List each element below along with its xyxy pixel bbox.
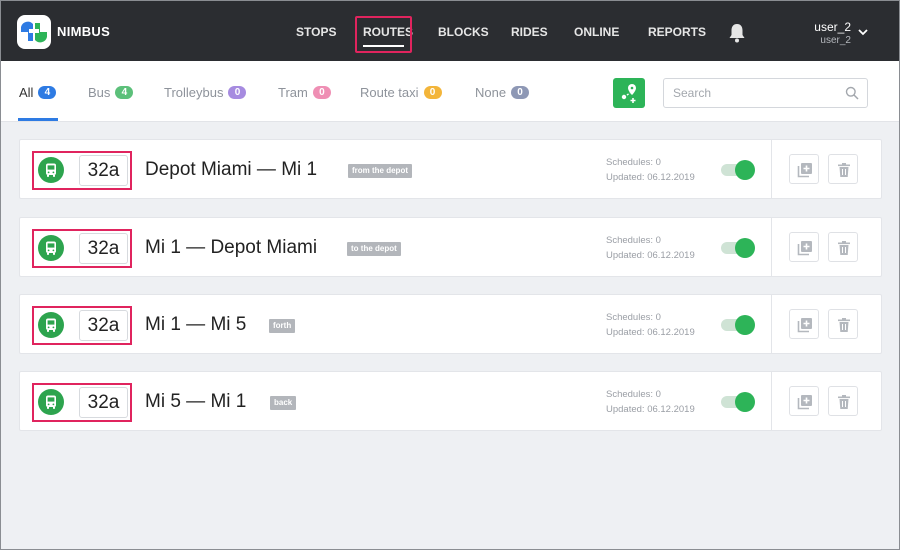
filter-tab-trolleybus[interactable]: Trolleybus 0 <box>164 85 247 100</box>
filter-tab-all[interactable]: All 4 <box>19 85 57 100</box>
filter-tab-label: All <box>19 85 34 100</box>
card-divider <box>771 140 772 198</box>
delete-route-button[interactable] <box>828 309 858 339</box>
route-number: 32a <box>79 387 128 418</box>
direction-tag: to the depot <box>347 242 401 256</box>
filter-tab-label: Tram <box>278 85 308 100</box>
schedules-count: Schedules: 0 <box>606 157 661 168</box>
filter-tab-none[interactable]: None 0 <box>475 85 530 100</box>
card-divider <box>771 372 772 430</box>
user-name[interactable]: user_2 <box>814 20 851 34</box>
nav-routes-highlight <box>355 16 412 53</box>
top-navigation-bar: NIMBUS STOPS ROUTES BLOCKS RIDES ONLINE … <box>1 1 899 61</box>
route-card[interactable]: 32a Mi 1 — Depot Miami to the depot Sche… <box>19 217 882 277</box>
copy-route-button[interactable] <box>789 232 819 262</box>
route-type-filter-bar: All 4 Bus 4 Trolleybus 0 Tram 0 Route ta… <box>1 61 899 122</box>
bus-icon <box>38 389 64 415</box>
filter-count-badge: 0 <box>228 86 247 99</box>
nimbus-logo-icon[interactable] <box>17 15 51 49</box>
updated-date: Updated: 06.12.2019 <box>606 172 695 183</box>
filter-tab-label: Trolleybus <box>164 85 224 100</box>
search-box <box>663 78 868 108</box>
delete-route-button[interactable] <box>828 232 858 262</box>
nav-blocks[interactable]: BLOCKS <box>438 25 489 39</box>
delete-route-button[interactable] <box>828 154 858 184</box>
nav-reports[interactable]: REPORTS <box>648 25 706 39</box>
copy-route-button[interactable] <box>789 386 819 416</box>
direction-tag: forth <box>269 319 296 333</box>
bus-icon <box>38 312 64 338</box>
updated-date: Updated: 06.12.2019 <box>606 404 695 415</box>
copy-route-button[interactable] <box>789 154 819 184</box>
trash-icon <box>838 163 850 177</box>
card-divider <box>771 295 772 353</box>
updated-date: Updated: 06.12.2019 <box>606 250 695 261</box>
active-tab-underline <box>18 118 58 121</box>
add-route-button[interactable] <box>613 78 645 108</box>
route-card[interactable]: 32a Depot Miami — Mi 1 from the depot Sc… <box>19 139 882 199</box>
route-number: 32a <box>79 155 128 186</box>
copy-add-icon <box>797 163 812 178</box>
schedules-count: Schedules: 0 <box>606 312 661 323</box>
card-divider <box>771 218 772 276</box>
filter-count-badge: 0 <box>423 86 442 99</box>
route-name[interactable]: Depot Miami — Mi 1 <box>145 159 317 181</box>
route-enabled-toggle[interactable] <box>721 315 755 335</box>
route-card[interactable]: 32a Mi 5 — Mi 1 back Schedules: 0 Update… <box>19 371 882 431</box>
nav-active-underline <box>363 45 404 47</box>
nav-stops[interactable]: STOPS <box>296 25 336 39</box>
route-number: 32a <box>79 310 128 341</box>
route-enabled-toggle[interactable] <box>721 160 755 180</box>
route-name[interactable]: Mi 1 — Mi 5 <box>145 314 246 336</box>
filter-tab-bus[interactable]: Bus 4 <box>88 85 134 100</box>
route-map-icon <box>621 84 636 103</box>
direction-tag: back <box>270 396 297 410</box>
updated-date: Updated: 06.12.2019 <box>606 327 695 338</box>
filter-tab-label: None <box>475 85 507 100</box>
copy-route-button[interactable] <box>789 309 819 339</box>
filter-count-badge: 0 <box>312 86 331 99</box>
filter-tab-route-taxi[interactable]: Route taxi 0 <box>360 85 442 100</box>
trash-icon <box>838 318 850 332</box>
route-number: 32a <box>79 233 128 264</box>
chevron-down-icon[interactable] <box>858 28 868 36</box>
copy-add-icon <box>797 395 812 410</box>
filter-count-badge: 4 <box>115 86 134 99</box>
route-name[interactable]: Mi 1 — Depot Miami <box>145 237 317 259</box>
delete-route-button[interactable] <box>828 386 858 416</box>
brand-name: NIMBUS <box>57 24 111 39</box>
search-input[interactable] <box>664 79 839 107</box>
copy-add-icon <box>797 241 812 256</box>
route-enabled-toggle[interactable] <box>721 392 755 412</box>
user-login: user_2 <box>820 35 851 46</box>
search-icon[interactable] <box>845 86 859 100</box>
filter-tab-label: Route taxi <box>360 85 419 100</box>
bus-icon <box>38 157 64 183</box>
route-enabled-toggle[interactable] <box>721 238 755 258</box>
filter-count-badge: 4 <box>38 86 57 99</box>
direction-tag: from the depot <box>348 164 412 178</box>
copy-add-icon <box>797 318 812 333</box>
trash-icon <box>838 395 850 409</box>
route-name[interactable]: Mi 5 — Mi 1 <box>145 391 246 413</box>
schedules-count: Schedules: 0 <box>606 389 661 400</box>
route-card[interactable]: 32a Mi 1 — Mi 5 forth Schedules: 0 Updat… <box>19 294 882 354</box>
nav-online[interactable]: ONLINE <box>574 25 619 39</box>
bell-icon[interactable] <box>728 23 746 43</box>
filter-tab-tram[interactable]: Tram 0 <box>278 85 331 100</box>
nav-rides[interactable]: RIDES <box>511 25 548 39</box>
trash-icon <box>838 241 850 255</box>
schedules-count: Schedules: 0 <box>606 235 661 246</box>
filter-tab-label: Bus <box>88 85 111 100</box>
filter-count-badge: 0 <box>511 86 530 99</box>
bus-icon <box>38 235 64 261</box>
